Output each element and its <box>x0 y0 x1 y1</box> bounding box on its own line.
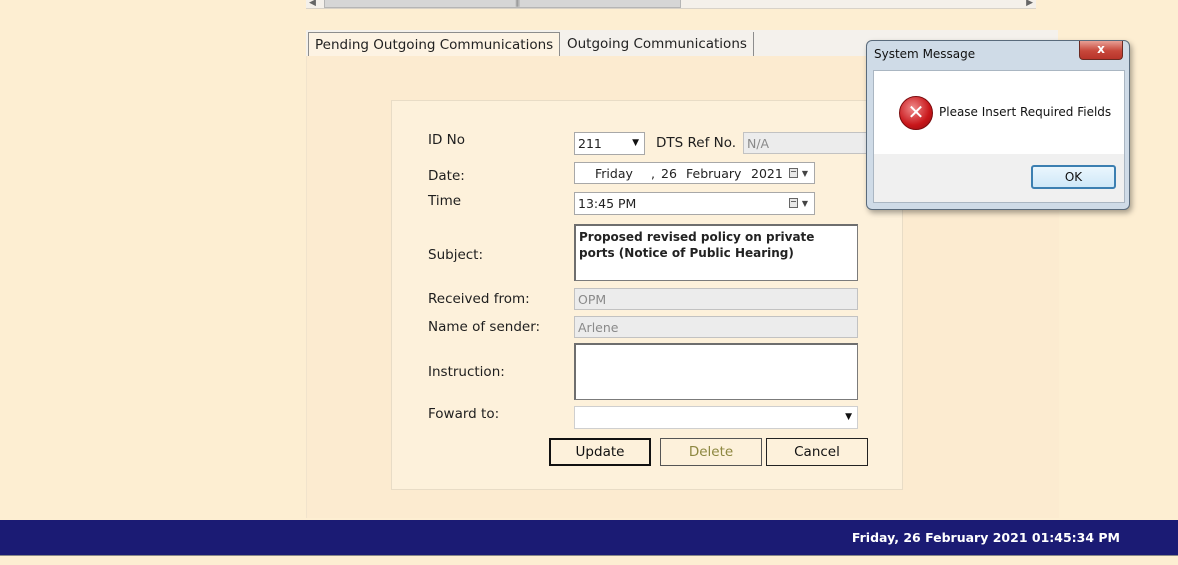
ok-button[interactable]: OK <box>1031 165 1116 189</box>
forward-label: Foward to: <box>428 406 500 422</box>
subject-label: Subject: <box>428 247 484 263</box>
chevron-down-icon: ▼ <box>632 138 639 148</box>
tab-pending-outgoing[interactable]: Pending Outgoing Communications <box>308 32 561 58</box>
received-from-value: OPM <box>578 292 607 307</box>
chevron-down-icon: ▼ <box>845 412 852 422</box>
scrollbar-thumb[interactable]: ||| <box>324 0 681 8</box>
date-picker[interactable]: Friday , 26 February 2021 ▼ <box>574 162 815 184</box>
scroll-right-arrow-icon[interactable]: ▶ <box>1026 0 1033 8</box>
time-label: Time <box>428 193 462 209</box>
calendar-icon[interactable] <box>789 168 798 178</box>
time-value: 13:45 PM <box>578 196 637 211</box>
dialog-message: Please Insert Required Fields <box>939 105 1112 119</box>
dialog-footer: OK <box>873 154 1125 203</box>
update-button[interactable]: Update <box>549 438 651 466</box>
id-no-value: 211 <box>578 136 602 151</box>
chevron-down-icon[interactable]: ▼ <box>802 163 808 184</box>
received-from-field: OPM <box>574 288 858 310</box>
date-daynum: 26 <box>661 166 677 181</box>
chevron-down-icon[interactable]: ▼ <box>802 193 808 214</box>
received-from-label: Received from: <box>428 291 530 307</box>
horizontal-scrollbar[interactable]: ◀ ||| ▶ <box>306 0 1036 9</box>
instruction-textarea[interactable] <box>574 343 858 400</box>
dialog-body: ✕ Please Insert Required Fields <box>873 70 1125 156</box>
forward-select[interactable]: ▼ <box>574 406 858 429</box>
instruction-label: Instruction: <box>428 364 505 380</box>
subject-textarea[interactable]: Proposed revised policy on private ports… <box>574 224 858 281</box>
dts-ref-field: N/A <box>743 132 867 154</box>
close-icon[interactable]: x <box>1079 41 1123 60</box>
id-no-select[interactable]: 211 ▼ <box>574 132 645 155</box>
date-label: Date: <box>428 168 465 184</box>
cancel-button[interactable]: Cancel <box>766 438 868 466</box>
time-picker[interactable]: 13:45 PM ▼ <box>574 192 815 215</box>
status-bar: Friday, 26 February 2021 01:45:34 PM <box>0 520 1178 555</box>
sender-label: Name of sender: <box>428 319 541 335</box>
date-month: February <box>686 166 742 181</box>
error-icon: ✕ <box>899 96 933 130</box>
sender-field: Arlene <box>574 316 858 338</box>
id-no-label: ID No <box>428 132 466 148</box>
delete-button[interactable]: Delete <box>660 438 762 466</box>
dts-ref-value: N/A <box>747 136 770 151</box>
scroll-left-arrow-icon[interactable]: ◀ <box>309 0 316 8</box>
system-message-dialog: System Message x ✕ Please Insert Require… <box>866 40 1130 210</box>
tab-outgoing[interactable]: Outgoing Communications <box>561 32 754 56</box>
sender-value: Arlene <box>578 320 619 335</box>
dts-ref-label: DTS Ref No. <box>656 135 737 151</box>
dialog-title: System Message <box>874 47 976 61</box>
status-datetime: Friday, 26 February 2021 01:45:34 PM <box>851 530 1120 545</box>
scrollbar-grip-icon: ||| <box>515 0 520 7</box>
communication-form: ID No 211 ▼ DTS Ref No. N/A Date: Friday… <box>391 100 903 490</box>
date-separator: , <box>651 166 655 181</box>
date-day: Friday <box>595 166 633 181</box>
date-year: 2021 <box>751 166 783 181</box>
calendar-icon[interactable] <box>789 198 798 208</box>
